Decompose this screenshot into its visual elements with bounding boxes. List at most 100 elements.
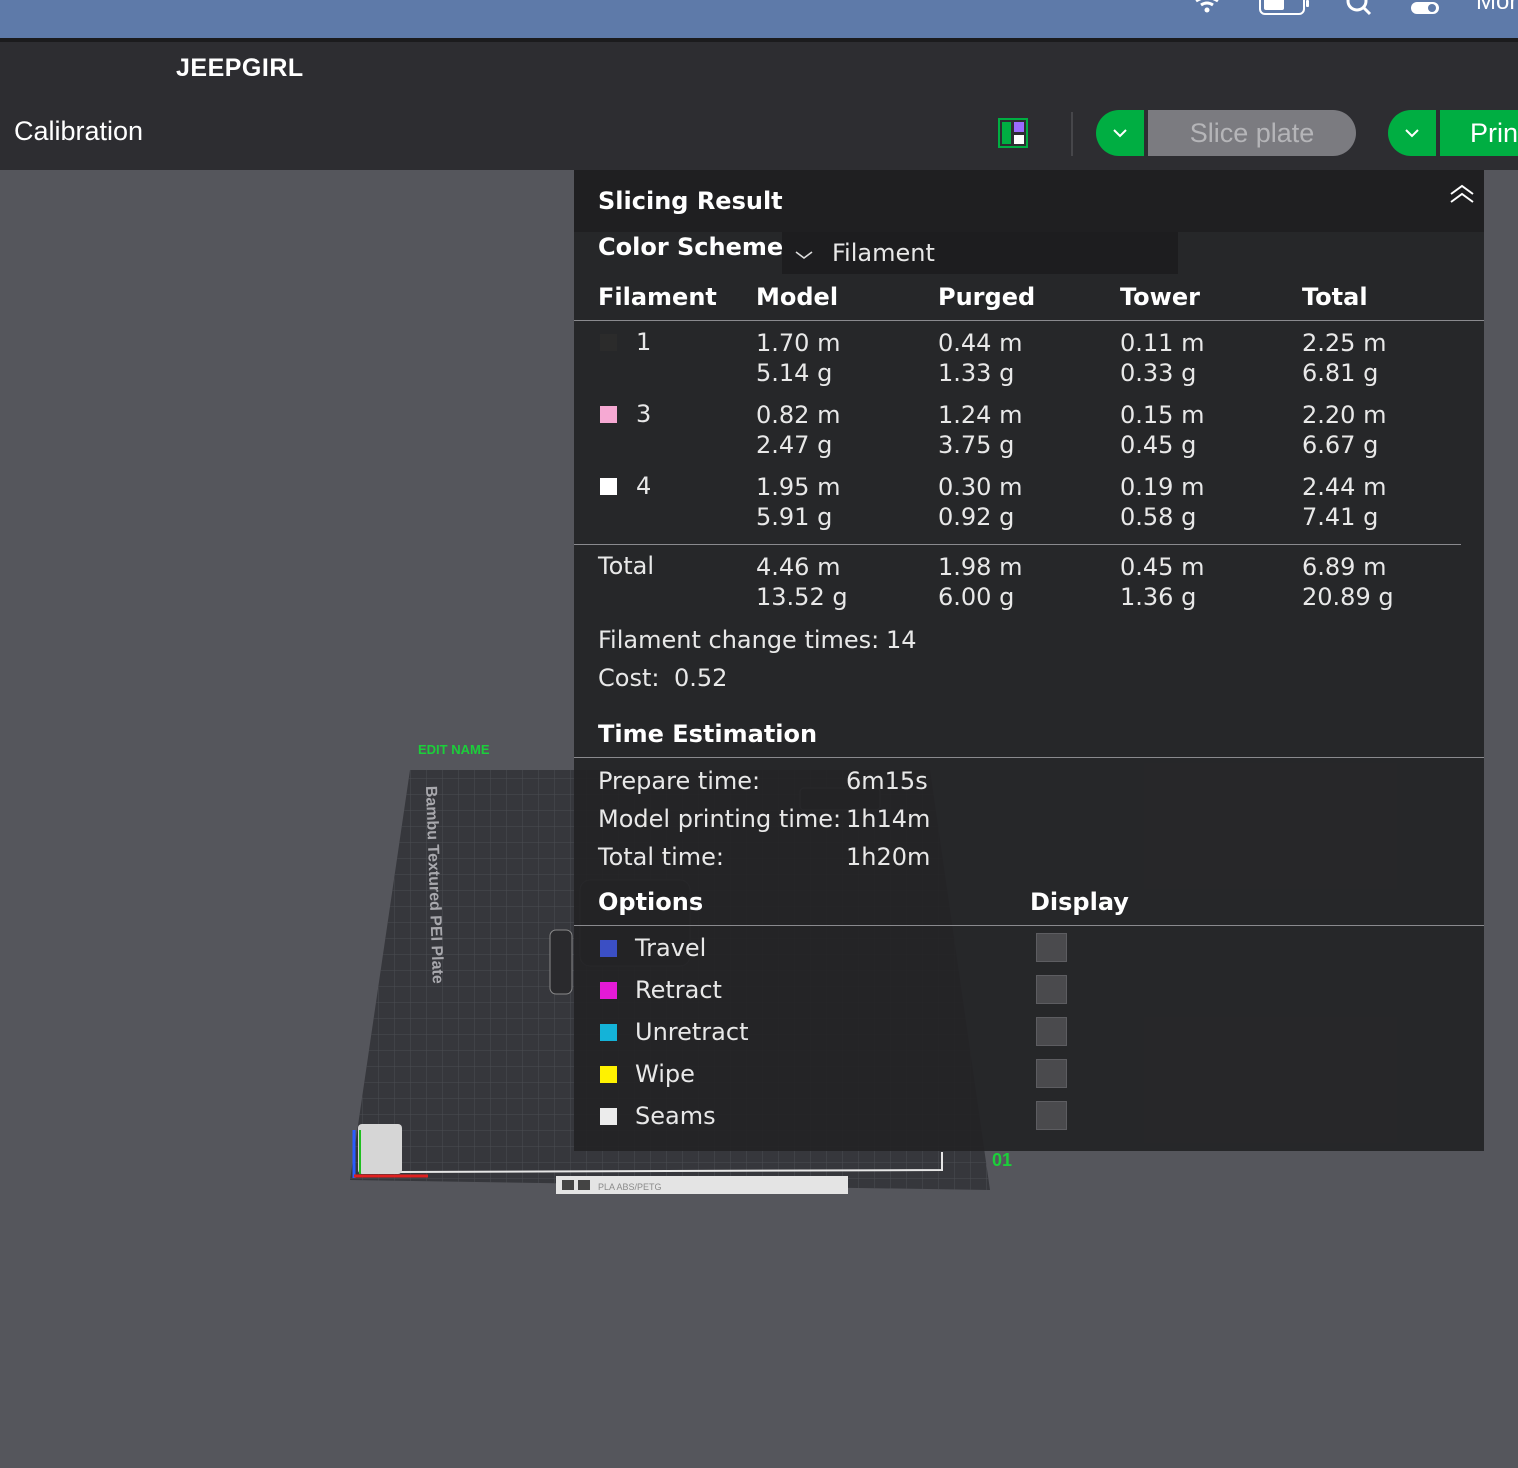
total-weight: 6.81 g xyxy=(1302,359,1379,387)
display-title: Display xyxy=(1030,888,1129,916)
filament-strip-label: PLA ABS/PETG xyxy=(598,1182,662,1192)
cost-label: Cost: xyxy=(598,664,660,692)
travel-color-swatch xyxy=(600,940,617,957)
slice-plate-button[interactable]: Slice plate xyxy=(1148,110,1356,156)
edit-name-label[interactable]: EDIT NAME xyxy=(418,742,490,757)
total-weight: 7.41 g xyxy=(1302,503,1379,531)
search-icon[interactable] xyxy=(1344,0,1374,18)
purged-weight: 1.33 g xyxy=(938,359,1015,387)
col-header-model: Model xyxy=(756,283,839,311)
purged-length: 1.98 m xyxy=(938,553,1023,581)
option-label: Retract xyxy=(635,976,722,1004)
tower-length: 0.19 m xyxy=(1120,473,1205,501)
filament-color-swatch xyxy=(600,478,617,495)
purged-weight: 3.75 g xyxy=(938,431,1015,459)
time-estimation-title: Time Estimation xyxy=(598,720,818,748)
model-length: 1.70 m xyxy=(756,329,841,357)
travel-display-checkbox[interactable] xyxy=(1036,933,1067,962)
option-label: Wipe xyxy=(635,1060,695,1088)
filament-id: 1 xyxy=(636,328,652,356)
model-time-label: Model printing time: xyxy=(598,805,842,833)
cost-value: 0.52 xyxy=(674,664,728,692)
tab-calibration[interactable]: Calibration xyxy=(14,116,143,147)
battery-icon[interactable] xyxy=(1258,0,1312,16)
color-scheme-label: Color Scheme xyxy=(598,233,784,261)
control-center-icon[interactable] xyxy=(1408,0,1442,18)
model-weight: 2.47 g xyxy=(756,431,833,459)
filament-id: 4 xyxy=(636,472,652,500)
options-divider xyxy=(574,925,1484,926)
total-label: Total xyxy=(598,552,655,580)
col-header-filament: Filament xyxy=(598,283,717,311)
total-length: 2.25 m xyxy=(1302,329,1387,357)
purged-length: 1.24 m xyxy=(938,401,1023,429)
model-length: 0.82 m xyxy=(756,401,841,429)
table-header-divider xyxy=(574,320,1484,321)
time-divider xyxy=(574,757,1484,758)
print-plate-button[interactable]: Prin xyxy=(1440,110,1518,156)
toolbar-divider xyxy=(1071,112,1073,156)
strip-icon xyxy=(562,1180,574,1190)
purged-length: 0.44 m xyxy=(938,329,1023,357)
slicing-result-panel: Slicing Result Color Scheme Filament Fil… xyxy=(574,170,1484,1151)
col-header-purged: Purged xyxy=(938,283,1036,311)
project-title: JEEPGIRL xyxy=(176,54,304,82)
tower-length: 0.15 m xyxy=(1120,401,1205,429)
option-label: Seams xyxy=(635,1102,716,1130)
col-header-tower: Tower xyxy=(1120,283,1200,311)
menu-clock[interactable]: Mor xyxy=(1476,0,1517,16)
unretract-color-swatch xyxy=(600,1024,617,1041)
color-scheme-value: Filament xyxy=(832,239,935,267)
total-time-value: 1h20m xyxy=(846,843,931,871)
tower-length: 0.45 m xyxy=(1120,553,1205,581)
system-menu-bar: Mor xyxy=(0,0,1518,40)
seams-display-checkbox[interactable] xyxy=(1036,1101,1067,1130)
wipe-color-swatch xyxy=(600,1066,617,1083)
wipe-display-checkbox[interactable] xyxy=(1036,1059,1067,1088)
layout-icon[interactable] xyxy=(998,118,1028,148)
print-dropdown-button[interactable] xyxy=(1388,110,1436,156)
options-title: Options xyxy=(598,888,704,916)
plate-corner-block xyxy=(358,1124,402,1174)
plate-number[interactable]: 01 xyxy=(992,1150,1012,1170)
collapse-icon[interactable] xyxy=(1448,184,1476,206)
total-time-label: Total time: xyxy=(598,843,724,871)
purged-weight: 0.92 g xyxy=(938,503,1015,531)
filament-id: 3 xyxy=(636,400,652,428)
total-length: 2.20 m xyxy=(1302,401,1387,429)
filament-color-swatch xyxy=(600,406,617,423)
total-length: 2.44 m xyxy=(1302,473,1387,501)
strip-icon xyxy=(578,1180,590,1190)
panel-title: Slicing Result xyxy=(598,187,783,215)
model-part[interactable] xyxy=(549,929,573,995)
tower-weight: 1.36 g xyxy=(1120,583,1197,611)
retract-color-swatch xyxy=(600,982,617,999)
retract-display-checkbox[interactable] xyxy=(1036,975,1067,1004)
prepare-time-value: 6m15s xyxy=(846,767,928,795)
tower-length: 0.11 m xyxy=(1120,329,1205,357)
table-total-divider xyxy=(574,544,1461,545)
filament-color-swatch xyxy=(600,334,617,351)
option-label: Unretract xyxy=(635,1018,749,1046)
purged-length: 0.30 m xyxy=(938,473,1023,501)
filament-change-value: 14 xyxy=(886,626,917,654)
purged-weight: 6.00 g xyxy=(938,583,1015,611)
tower-weight: 0.33 g xyxy=(1120,359,1197,387)
option-label: Travel xyxy=(635,934,707,962)
wifi-icon[interactable] xyxy=(1192,0,1222,16)
tower-weight: 0.45 g xyxy=(1120,431,1197,459)
color-scheme-select[interactable]: Filament xyxy=(782,232,1178,274)
slice-dropdown-button[interactable] xyxy=(1096,110,1144,156)
model-time-value: 1h14m xyxy=(846,805,931,833)
filament-change-label: Filament change times: xyxy=(598,626,880,654)
model-weight: 5.14 g xyxy=(756,359,833,387)
model-weight: 13.52 g xyxy=(756,583,848,611)
total-weight: 20.89 g xyxy=(1302,583,1394,611)
total-length: 6.89 m xyxy=(1302,553,1387,581)
seams-color-swatch xyxy=(600,1108,617,1125)
total-weight: 6.67 g xyxy=(1302,431,1379,459)
col-header-total: Total xyxy=(1302,283,1368,311)
unretract-display-checkbox[interactable] xyxy=(1036,1017,1067,1046)
chevron-down-icon xyxy=(1405,129,1419,138)
model-weight: 5.91 g xyxy=(756,503,833,531)
